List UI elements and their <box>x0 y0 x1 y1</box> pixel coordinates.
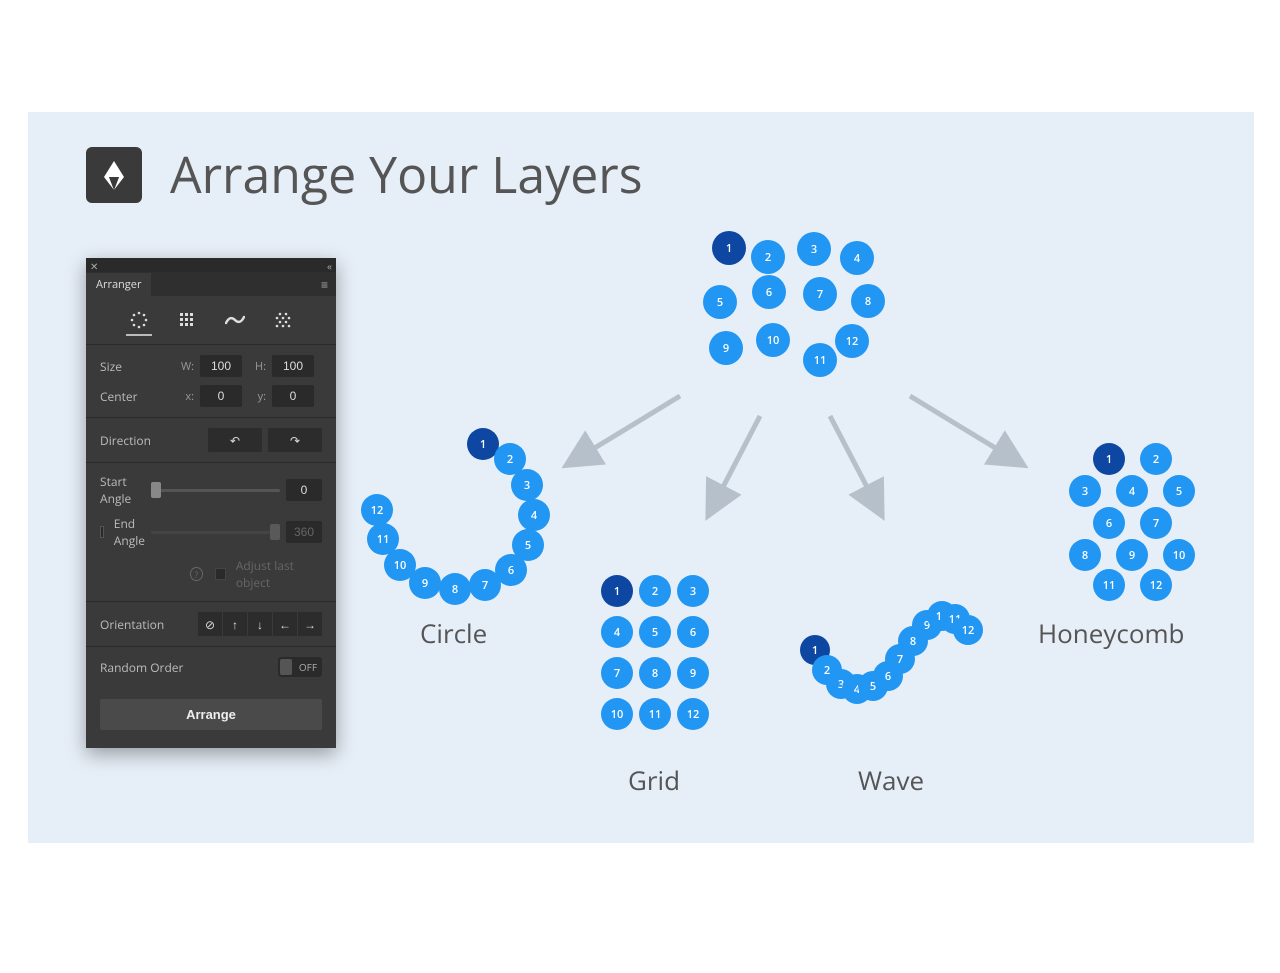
source-node-7: 7 <box>803 277 837 311</box>
circle-node-4: 4 <box>518 499 550 531</box>
source-node-2: 2 <box>751 240 785 274</box>
grid-node-7: 7 <box>601 657 633 689</box>
source-node-12: 12 <box>835 324 869 358</box>
grid-node-6: 6 <box>677 616 709 648</box>
circle-node-7: 7 <box>469 569 501 601</box>
source-node-4: 4 <box>840 241 874 275</box>
honeycomb-node-5: 5 <box>1163 475 1195 507</box>
wave-node-12: 12 <box>953 615 983 645</box>
honeycomb-node-4: 4 <box>1116 475 1148 507</box>
source-node-1: 1 <box>712 231 746 265</box>
arrow <box>910 396 1020 463</box>
grid-node-2: 2 <box>639 575 671 607</box>
honeycomb-node-12: 12 <box>1140 569 1172 601</box>
arrow <box>570 396 680 463</box>
honeycomb-node-10: 10 <box>1163 539 1195 571</box>
label-honeycomb: Honeycomb <box>1038 615 1184 651</box>
grid-node-4: 4 <box>601 616 633 648</box>
circle-node-11: 11 <box>367 523 399 555</box>
honeycomb-node-2: 2 <box>1140 443 1172 475</box>
honeycomb-node-9: 9 <box>1116 539 1148 571</box>
source-node-5: 5 <box>703 285 737 319</box>
grid-node-3: 3 <box>677 575 709 607</box>
honeycomb-node-11: 11 <box>1093 569 1125 601</box>
source-node-8: 8 <box>851 284 885 318</box>
grid-node-9: 9 <box>677 657 709 689</box>
arrow <box>830 416 880 512</box>
label-grid: Grid <box>628 762 680 798</box>
circle-node-8: 8 <box>439 573 471 605</box>
label-wave: Wave <box>858 762 924 798</box>
source-node-10: 10 <box>756 323 790 357</box>
grid-node-8: 8 <box>639 657 671 689</box>
honeycomb-node-8: 8 <box>1069 539 1101 571</box>
source-node-9: 9 <box>709 331 743 365</box>
arrow <box>710 416 760 512</box>
honeycomb-node-7: 7 <box>1140 507 1172 539</box>
source-node-3: 3 <box>797 232 831 266</box>
circle-node-12: 12 <box>361 494 393 526</box>
grid-node-10: 10 <box>601 698 633 730</box>
honeycomb-node-1: 1 <box>1093 443 1125 475</box>
grid-node-5: 5 <box>639 616 671 648</box>
honeycomb-node-6: 6 <box>1093 507 1125 539</box>
honeycomb-node-3: 3 <box>1069 475 1101 507</box>
source-node-11: 11 <box>803 343 837 377</box>
grid-node-1: 1 <box>601 575 633 607</box>
grid-node-12: 12 <box>677 698 709 730</box>
source-node-6: 6 <box>752 275 786 309</box>
grid-node-11: 11 <box>639 698 671 730</box>
label-circle: Circle <box>420 615 487 651</box>
circle-node-3: 3 <box>511 469 543 501</box>
